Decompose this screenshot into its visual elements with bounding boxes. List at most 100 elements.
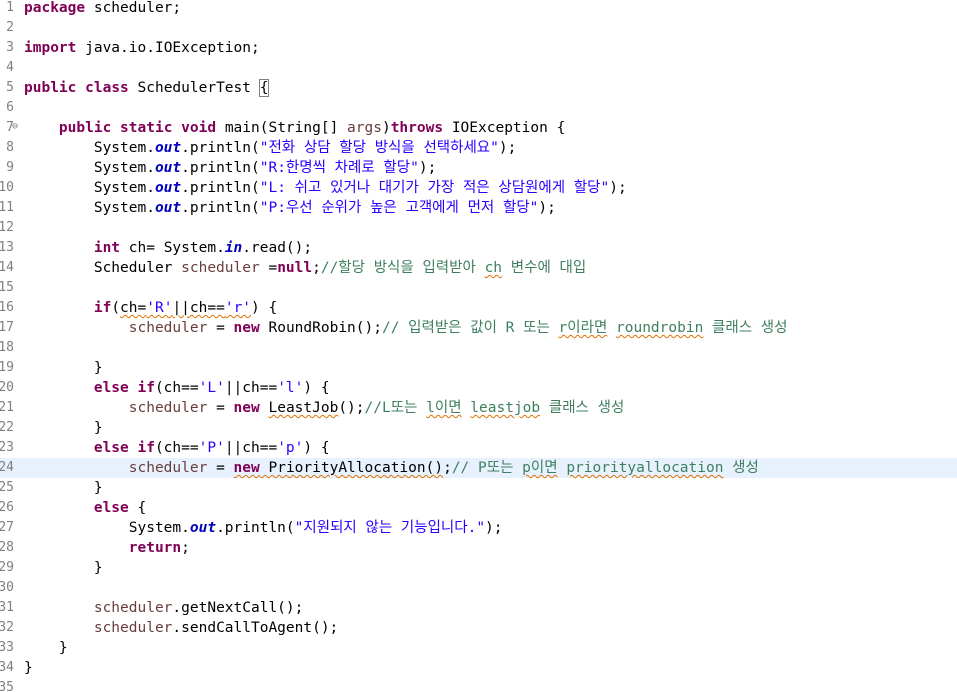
code-token: null <box>277 260 313 276</box>
code-line[interactable]: 34} <box>0 658 957 678</box>
code-token: = <box>207 460 234 476</box>
code-token: class <box>85 80 129 96</box>
code-token: ; <box>312 260 321 276</box>
code-line[interactable]: 18 <box>0 338 957 358</box>
code-token: ; <box>443 460 452 476</box>
code-line[interactable]: 35 <box>0 678 957 692</box>
code-line[interactable]: 4 <box>0 58 957 78</box>
code-token: 클래스 생성 <box>703 320 788 336</box>
code-editor[interactable]: 1 package scheduler; 2 3 import java.io.IOEx… <box>0 0 957 692</box>
code-line[interactable]: 26 else { <box>0 498 957 518</box>
code-token: ||ch== <box>224 440 278 456</box>
code-token: new <box>233 460 260 476</box>
code-line[interactable]: 20 else if(ch=='L'||ch=='l') { <box>0 378 957 398</box>
code-token: else <box>93 500 129 516</box>
line-number: 1 <box>0 0 14 18</box>
code-line[interactable]: 21 scheduler = new LeastJob();//L또는 l이면 … <box>0 398 957 418</box>
code-text: scheduler.getNextCall(); <box>24 598 304 618</box>
code-line[interactable]: 17 scheduler = new RoundRobin();// 입력받은 … <box>0 318 957 338</box>
line-number-text: 10 <box>0 180 14 195</box>
line-number-text: 6 <box>6 100 14 115</box>
code-token: } <box>24 640 68 656</box>
code-line[interactable]: 5 public class SchedulerTest { <box>0 78 957 98</box>
code-line[interactable]: 28 return; <box>0 538 957 558</box>
code-line[interactable]: 12 <box>0 218 957 238</box>
line-number-text: 15 <box>0 280 14 295</box>
code-text: System.out.println("P:우선 순위가 높은 고객에게 먼저 … <box>24 198 556 218</box>
code-line[interactable]: 8 System.out.println("전화 상담 할당 방식을 선택하세요… <box>0 138 957 158</box>
code-token: ||ch== <box>172 300 225 316</box>
line-number-text: 33 <box>0 640 14 655</box>
code-line[interactable]: 13 int ch= System.in.read(); <box>0 238 957 258</box>
code-token: .println( <box>181 160 260 176</box>
code-token: static <box>120 120 173 136</box>
code-token: .getNextCall(); <box>172 600 304 616</box>
line-number-text: 9 <box>6 160 14 175</box>
code-text: } <box>24 638 68 658</box>
code-line[interactable]: 14 Scheduler scheduler =null;//할당 방식을 입력… <box>0 258 957 278</box>
code-token: throws <box>390 120 444 136</box>
code-token: (ch== <box>154 440 199 456</box>
code-line[interactable]: 3 import java.io.IOException; <box>0 38 957 58</box>
line-number: 11 <box>0 198 14 218</box>
code-token: .read(); <box>242 240 313 256</box>
code-line[interactable]: 33 } <box>0 638 957 658</box>
code-token: .println( <box>181 180 260 196</box>
line-number-text: 31 <box>0 600 14 615</box>
code-token: new <box>233 400 260 416</box>
code-line[interactable]: 2 <box>0 18 957 38</box>
code-text: else if(ch=='P'||ch=='p') { <box>24 438 330 458</box>
code-line[interactable]: 22 } <box>0 418 957 438</box>
code-token: (); <box>338 400 365 416</box>
code-line[interactable]: 30 <box>0 578 957 598</box>
code-line[interactable]: 31 scheduler.getNextCall(); <box>0 598 957 618</box>
line-number: 15 <box>0 278 14 298</box>
code-token: return <box>128 540 182 556</box>
code-text: } <box>24 558 103 578</box>
fold-toggle-icon[interactable]: ⊖ <box>12 118 22 136</box>
line-number: 17 <box>0 318 14 338</box>
code-token: out <box>189 520 217 536</box>
code-line[interactable]: 16 if(ch='R'||ch=='r') { <box>0 298 957 318</box>
code-token: PriorityAllocation() <box>259 460 444 476</box>
code-line[interactable]: 29 } <box>0 558 957 578</box>
code-line[interactable]: 24 scheduler = new PriorityAllocation();… <box>0 458 957 478</box>
line-number-text: 14 <box>0 260 14 275</box>
code-token: "지원되지 않는 기능입니다." <box>294 520 486 536</box>
code-line[interactable]: 11 System.out.println("P:우선 순위가 높은 고객에게 … <box>0 198 957 218</box>
code-token: scheduler; <box>85 0 182 16</box>
code-line[interactable]: 9 System.out.println("R:한명씩 차례로 할당"); <box>0 158 957 178</box>
code-line[interactable]: 10 System.out.println("L: 쉬고 있거나 대기가 가장 … <box>0 178 957 198</box>
code-token: //할당 방식을 입력받아 <box>320 260 485 276</box>
code-text: public static void main(String[] args)th… <box>24 118 565 138</box>
code-token: = <box>259 260 278 276</box>
line-number-text: 18 <box>0 340 14 355</box>
line-number: 4 <box>0 58 14 78</box>
code-line[interactable]: 1 package scheduler; <box>0 0 957 18</box>
code-line[interactable]: 7 ⊖ public static void main(String[] args… <box>0 118 957 138</box>
code-token: (ch== <box>154 380 199 396</box>
code-text: System.out.println("지원되지 않는 기능입니다."); <box>24 518 503 538</box>
code-line[interactable]: 32 scheduler.sendCallToAgent(); <box>0 618 957 638</box>
code-token: .println( <box>181 140 260 156</box>
code-line[interactable]: 6 <box>0 98 957 118</box>
code-text: import java.io.IOException; <box>24 38 260 58</box>
code-line[interactable]: 25 } <box>0 478 957 498</box>
code-line[interactable]: 23 else if(ch=='P'||ch=='p') { <box>0 438 957 458</box>
code-token: int <box>93 240 121 256</box>
code-token: scheduler <box>93 620 173 636</box>
code-line[interactable]: 19 } <box>0 358 957 378</box>
code-token: IOException { <box>443 120 566 136</box>
code-text: } <box>24 658 33 678</box>
code-token: System. <box>24 180 155 196</box>
code-text: scheduler = new LeastJob();//L또는 l이면 lea… <box>24 398 625 418</box>
code-token: } <box>24 560 103 576</box>
code-text: } <box>24 358 103 378</box>
line-number-text: 20 <box>0 380 14 395</box>
code-line[interactable]: 15 <box>0 278 957 298</box>
code-line[interactable]: 27 System.out.println("지원되지 않는 기능입니다."); <box>0 518 957 538</box>
